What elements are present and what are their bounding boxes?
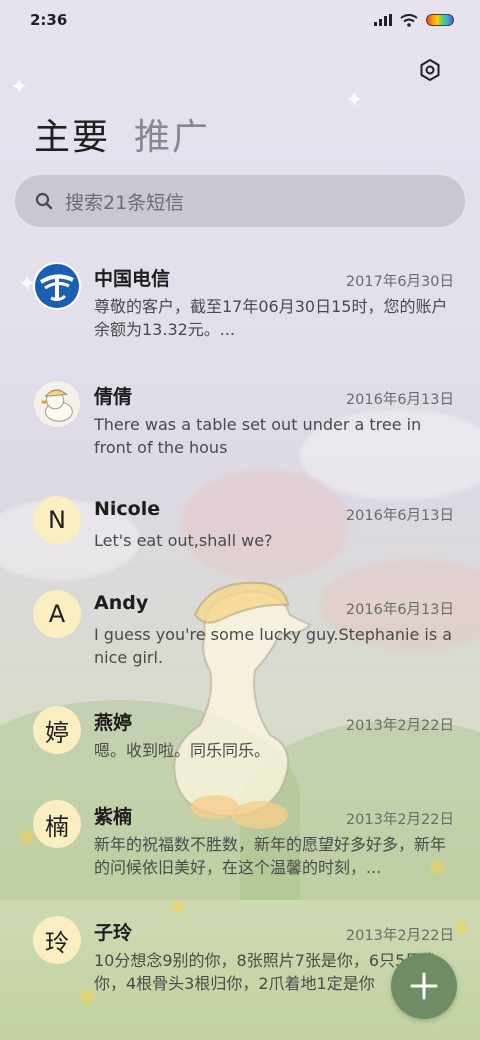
search-icon bbox=[35, 192, 53, 210]
message-preview: I guess you're some lucky guy.Stephanie … bbox=[94, 625, 453, 667]
contact-name: 子玲 bbox=[94, 922, 133, 944]
status-icons bbox=[374, 13, 454, 27]
contact-name: 倩倩 bbox=[94, 386, 133, 408]
message-date: 2013年2月22日 bbox=[345, 718, 454, 734]
message-date: 2016年6月13日 bbox=[345, 602, 454, 618]
contact-avatar: N bbox=[33, 496, 81, 544]
settings-button[interactable] bbox=[414, 54, 446, 86]
message-date: 2017年6月30日 bbox=[345, 274, 454, 290]
message-preview: 新年的祝福数不胜数，新年的愿望好多好多，新年的问候依旧美好，在这个温馨的时刻，.… bbox=[94, 835, 447, 877]
cellular-signal-icon bbox=[374, 14, 392, 26]
tab-bar: 主要 推广 bbox=[34, 108, 210, 160]
message-item[interactable]: 婷 燕婷 2013年2月22日 嗯。收到啦。同乐同乐。 bbox=[0, 694, 480, 788]
new-message-button[interactable] bbox=[391, 953, 457, 1019]
message-date: 2013年2月22日 bbox=[345, 928, 454, 944]
wifi-icon bbox=[400, 13, 418, 27]
plus-icon bbox=[410, 972, 438, 1000]
message-date: 2016年6月13日 bbox=[345, 392, 454, 408]
china-telecom-logo bbox=[33, 262, 81, 310]
contact-name: Andy bbox=[94, 592, 149, 614]
message-item[interactable]: N Nicole 2016年6月13日 Let's eat out,shall … bbox=[0, 484, 480, 578]
contact-avatar: 玲 bbox=[33, 916, 81, 964]
message-item[interactable]: 中国电信 2017年6月30日 尊敬的客户，截至17年06月30日15时，您的账… bbox=[0, 250, 480, 368]
message-date: 2016年6月13日 bbox=[345, 508, 454, 524]
message-list: 中国电信 2017年6月30日 尊敬的客户，截至17年06月30日15时，您的账… bbox=[0, 250, 480, 1020]
contact-name: Nicole bbox=[94, 498, 161, 520]
message-date: 2013年2月22日 bbox=[345, 812, 454, 828]
contact-name: 中国电信 bbox=[94, 268, 171, 290]
message-item[interactable]: 楠 紫楠 2013年2月22日 新年的祝福数不胜数，新年的愿望好多好多，新年的问… bbox=[0, 788, 480, 904]
settings-icon bbox=[420, 58, 440, 82]
contact-name: 燕婷 bbox=[94, 712, 133, 734]
contact-avatar: 楠 bbox=[33, 800, 81, 848]
contact-avatar: 婷 bbox=[33, 706, 81, 754]
search-bar[interactable]: 搜索21条短信 bbox=[15, 175, 465, 227]
message-preview: 嗯。收到啦。同乐同乐。 bbox=[94, 741, 271, 760]
message-item[interactable]: 倩倩 2016年6月13日 There was a table set out … bbox=[0, 368, 480, 484]
tab-promotions[interactable]: 推广 bbox=[134, 108, 210, 160]
status-time: 2:36 bbox=[30, 11, 68, 29]
message-preview: Let's eat out,shall we? bbox=[94, 531, 273, 550]
tab-primary[interactable]: 主要 bbox=[34, 108, 110, 160]
message-preview: 尊敬的客户，截至17年06月30日15时，您的账户余额为13.32元。... bbox=[94, 297, 448, 339]
search-placeholder: 搜索21条短信 bbox=[65, 191, 185, 214]
duck-avatar-icon bbox=[33, 380, 81, 428]
message-item[interactable]: A Andy 2016年6月13日 I guess you're some lu… bbox=[0, 578, 480, 694]
contact-avatar: A bbox=[33, 590, 81, 638]
battery-icon bbox=[426, 14, 454, 26]
status-bar: 2:36 bbox=[0, 0, 480, 40]
message-preview: There was a table set out under a tree i… bbox=[94, 415, 422, 457]
contact-name: 紫楠 bbox=[94, 806, 133, 828]
